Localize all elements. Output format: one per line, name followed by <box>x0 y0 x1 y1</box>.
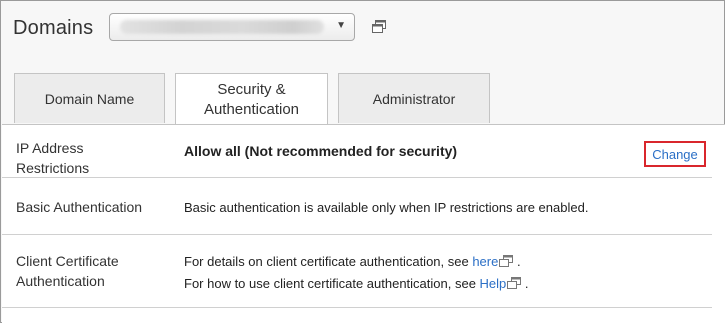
tab-label: Domain Name <box>44 90 135 107</box>
tab-administrator[interactable]: Administrator <box>338 73 490 123</box>
page-title: Domains <box>13 16 94 39</box>
domains-panel: Domains ▼ Domain Name Security & Authent… <box>0 0 725 324</box>
ip-restrictions-row: IP Address Restrictions Allow all (Not r… <box>2 125 712 178</box>
tab-label: Administrator <box>372 90 456 107</box>
basic-authentication-value: Basic authentication is available only w… <box>184 200 589 215</box>
open-in-new-window-icon[interactable] <box>371 19 387 35</box>
basic-authentication-row: Basic Authentication Basic authenticatio… <box>2 178 712 235</box>
domain-select[interactable]: ▼ <box>109 13 355 41</box>
client-certificate-label: Client Certificate Authentication <box>16 253 119 289</box>
external-window-icon <box>507 277 522 289</box>
ip-restrictions-value: Allow all (Not recommended for security) <box>184 143 458 159</box>
client-certificate-help-line: For how to use client certificate authen… <box>184 276 529 291</box>
tab-security-authentication[interactable]: Security & Authentication <box>175 73 328 125</box>
change-button[interactable]: Change <box>644 141 706 167</box>
tab-label: Security & Authentication <box>203 80 300 118</box>
client-certificate-details-line: For details on client certificate authen… <box>184 254 521 269</box>
page-header: Domains ▼ <box>13 11 386 45</box>
settings-table: IP Address Restrictions Allow all (Not r… <box>2 124 725 324</box>
here-link[interactable]: here <box>472 254 498 269</box>
ip-restrictions-label: IP Address Restrictions <box>16 140 90 176</box>
tab-domain-name[interactable]: Domain Name <box>14 73 165 123</box>
client-certificate-row: Client Certificate Authentication For de… <box>2 235 712 308</box>
help-link[interactable]: Help <box>480 276 507 291</box>
external-window-icon <box>499 255 514 267</box>
basic-authentication-label: Basic Authentication <box>16 199 143 215</box>
domain-select-value <box>120 20 324 34</box>
chevron-down-icon: ▼ <box>336 20 346 31</box>
